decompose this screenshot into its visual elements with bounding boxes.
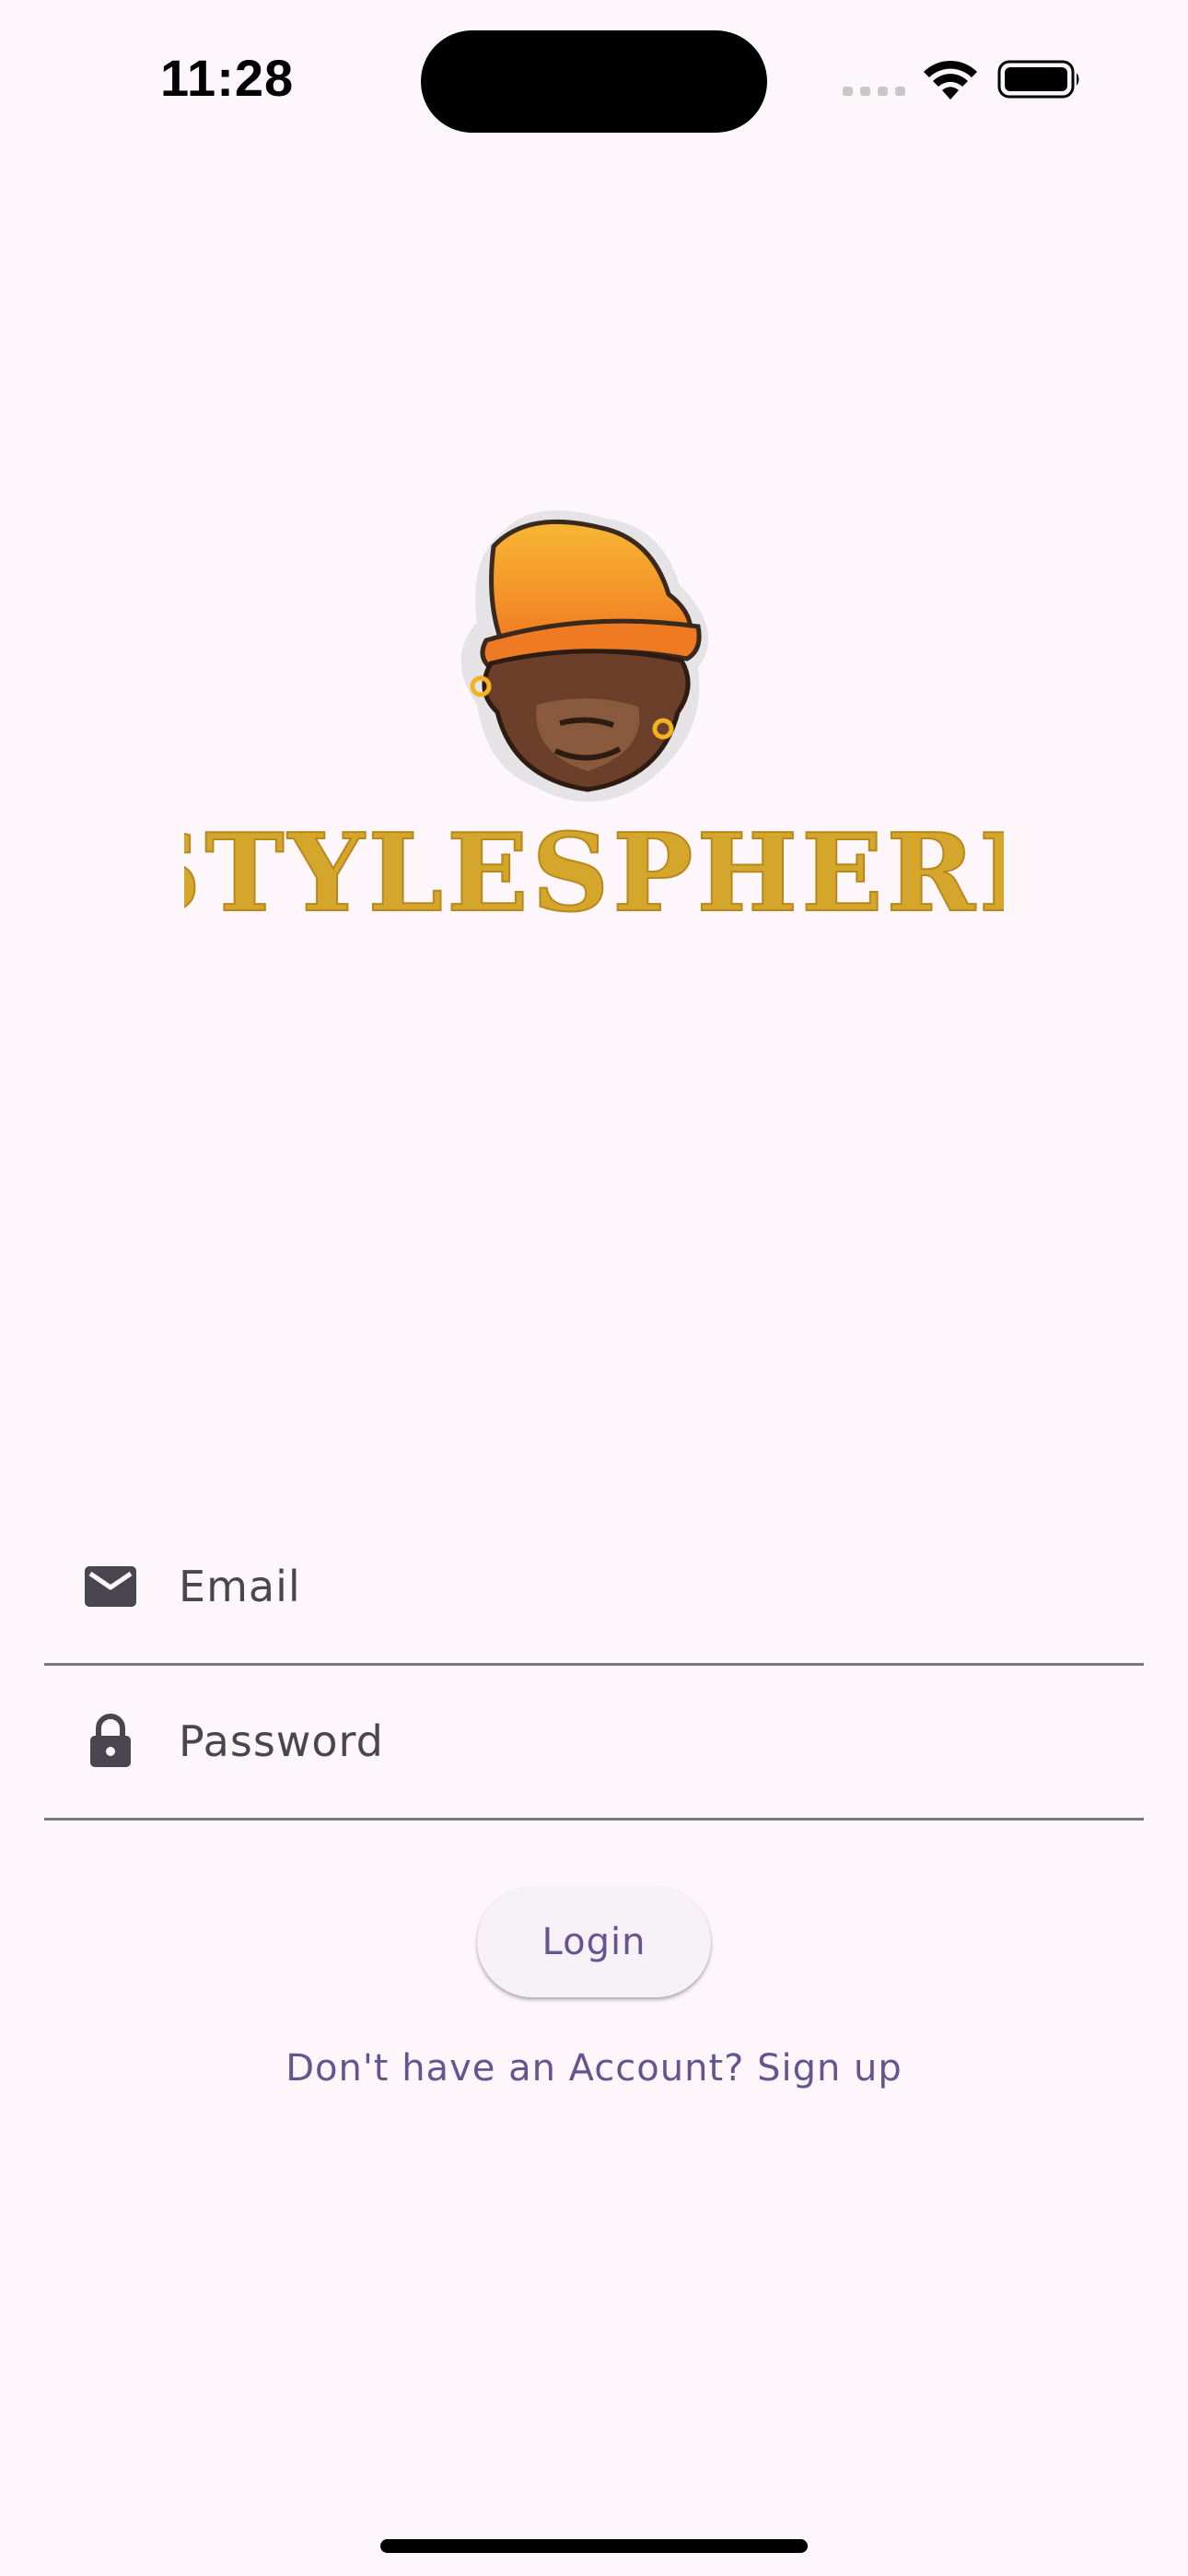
status-time: 11:28 (160, 49, 295, 107)
battery-icon (997, 60, 1079, 99)
dynamic-island (421, 30, 767, 133)
wifi-icon (924, 60, 977, 100)
cellular-signal-icon (843, 87, 905, 96)
email-field[interactable]: Email (44, 1513, 1144, 1666)
brand-wordmark: STYLESPHERE (184, 818, 1004, 929)
home-indicator[interactable] (380, 2539, 808, 2553)
login-button[interactable]: Login (477, 1887, 711, 1997)
password-placeholder: Password (179, 1716, 384, 1766)
lock-icon (90, 1714, 131, 1767)
login-screen: 11:28 STYLESPHERE (0, 0, 1188, 2576)
brand-name: STYLESPHERE (184, 818, 1004, 929)
mail-icon (85, 1566, 136, 1607)
signup-link[interactable]: Don't have an Account? Sign up (0, 2047, 1188, 2090)
password-field[interactable]: Password (44, 1668, 1144, 1821)
email-placeholder: Email (179, 1562, 301, 1611)
monkey-beanie-logo (460, 509, 709, 802)
